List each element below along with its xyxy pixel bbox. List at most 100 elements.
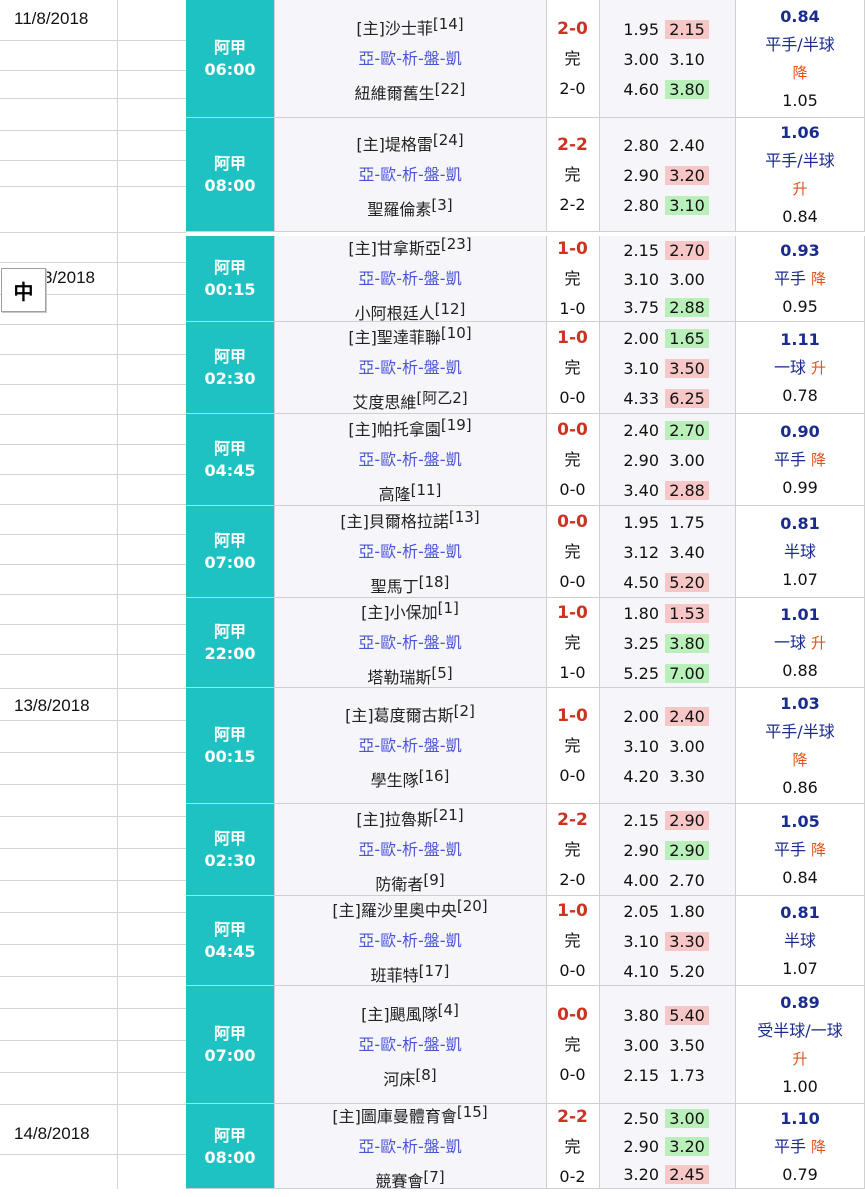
link-2[interactable]: 析 (402, 1137, 418, 1156)
link-0[interactable]: 亞 (358, 269, 374, 288)
link-4[interactable]: 凱 (446, 358, 462, 377)
link-1[interactable]: 歐 (380, 269, 396, 288)
link-2[interactable]: 析 (402, 49, 418, 68)
full-time-score[interactable]: 2-2 (546, 1102, 599, 1132)
link-0[interactable]: 亞 (358, 736, 374, 755)
link-0[interactable]: 亞 (358, 450, 374, 469)
link-0[interactable]: 亞 (358, 49, 374, 68)
ime-indicator[interactable]: 中 (1, 268, 46, 312)
link-4[interactable]: 凱 (446, 1137, 462, 1156)
link-0[interactable]: 亞 (358, 931, 374, 950)
full-time-score[interactable]: 0-0 (546, 1000, 599, 1030)
link-3[interactable]: 盤 (424, 269, 440, 288)
away-team[interactable]: 河床[8] (274, 1060, 546, 1095)
link-3[interactable]: 盤 (424, 633, 440, 652)
home-team[interactable]: [主]羅沙里奧中央[20] (274, 891, 546, 926)
home-team[interactable]: [主]聖達菲聯[10] (274, 318, 546, 353)
home-team[interactable]: [主]葛度爾古斯[2] (274, 696, 546, 731)
link-2[interactable]: 析 (402, 931, 418, 950)
full-time-score[interactable]: 2-0 (546, 14, 599, 44)
link-1[interactable]: 歐 (380, 1035, 396, 1054)
link-1[interactable]: 歐 (380, 736, 396, 755)
link-3[interactable]: 盤 (424, 358, 440, 377)
full-time-score[interactable]: 2-2 (546, 805, 599, 835)
column-divider (599, 118, 600, 232)
link-3[interactable]: 盤 (424, 49, 440, 68)
link-4[interactable]: 凱 (446, 49, 462, 68)
home-team[interactable]: [主]圖庫曼體育會[15] (274, 1097, 546, 1132)
home-team[interactable]: [主]貝爾格拉諾[13] (274, 502, 546, 537)
home-team[interactable]: [主]堤格雷[24] (274, 125, 546, 160)
sheet-date-cell[interactable]: 3/2018 (43, 268, 95, 288)
away-team[interactable]: 紐維爾舊生[22] (274, 74, 546, 109)
link-0[interactable]: 亞 (358, 542, 374, 561)
home-team[interactable]: [主]甘拿斯亞[23] (274, 229, 546, 264)
away-team[interactable]: 競賽會[7] (274, 1162, 546, 1197)
link-2[interactable]: 析 (402, 450, 418, 469)
link-2[interactable]: 析 (402, 269, 418, 288)
link-2[interactable]: 析 (402, 165, 418, 184)
full-time-score[interactable]: 0-0 (546, 507, 599, 537)
link-2[interactable]: 析 (402, 840, 418, 859)
link-4[interactable]: 凱 (446, 269, 462, 288)
link-4[interactable]: 凱 (446, 633, 462, 652)
link-0[interactable]: 亞 (358, 358, 374, 377)
full-time-score[interactable]: 1-0 (546, 598, 599, 628)
link-1[interactable]: 歐 (380, 358, 396, 377)
home-team[interactable]: [主]沙士菲[14] (274, 9, 546, 44)
link-1[interactable]: 歐 (380, 49, 396, 68)
away-team[interactable]: 聖羅倫素[3] (274, 190, 546, 225)
full-time-score[interactable]: 1-0 (546, 234, 599, 264)
link-1[interactable]: 歐 (380, 542, 396, 561)
full-time-score[interactable]: 1-0 (546, 323, 599, 353)
link-0[interactable]: 亞 (358, 840, 374, 859)
link-2[interactable]: 析 (402, 1035, 418, 1054)
link-1[interactable]: 歐 (380, 450, 396, 469)
league-time-cell: 阿甲 08:00 (186, 118, 274, 232)
sheet-date-cell[interactable]: 13/8/2018 (14, 696, 90, 716)
sheet-date-cell[interactable]: 11/8/2018 (14, 9, 88, 29)
sheet-date-cell[interactable]: 14/8/2018 (14, 1124, 90, 1144)
link-3[interactable]: 盤 (424, 1137, 440, 1156)
link-4[interactable]: 凱 (446, 542, 462, 561)
full-time-score[interactable]: 1-0 (546, 896, 599, 926)
link-1[interactable]: 歐 (380, 931, 396, 950)
link-2[interactable]: 析 (402, 736, 418, 755)
odds-row: 2.00 1.65 (599, 323, 735, 353)
link-1[interactable]: 歐 (380, 1137, 396, 1156)
full-time-score[interactable]: 0-0 (546, 415, 599, 445)
link-3[interactable]: 盤 (424, 542, 440, 561)
link-2[interactable]: 析 (402, 542, 418, 561)
link-3[interactable]: 盤 (424, 840, 440, 859)
link-3[interactable]: 盤 (424, 931, 440, 950)
home-team[interactable]: [主]小保加[1] (274, 593, 546, 628)
link-1[interactable]: 歐 (380, 165, 396, 184)
away-team[interactable]: 學生隊[16] (274, 761, 546, 796)
link-3[interactable]: 盤 (424, 450, 440, 469)
link-3[interactable]: 盤 (424, 736, 440, 755)
link-4[interactable]: 凱 (446, 165, 462, 184)
full-time-score[interactable]: 1-0 (546, 701, 599, 731)
link-4[interactable]: 凱 (446, 450, 462, 469)
link-1[interactable]: 歐 (380, 633, 396, 652)
link-0[interactable]: 亞 (358, 633, 374, 652)
analysis-links: 亞-歐-析-盤-凱 (274, 926, 546, 956)
link-2[interactable]: 析 (402, 358, 418, 377)
link-2[interactable]: 析 (402, 633, 418, 652)
link-4[interactable]: 凱 (446, 1035, 462, 1054)
link-0[interactable]: 亞 (358, 1137, 374, 1156)
link-0[interactable]: 亞 (358, 1035, 374, 1054)
link-1[interactable]: 歐 (380, 840, 396, 859)
kickoff-time: 04:45 (204, 942, 256, 961)
link-3[interactable]: 盤 (424, 165, 440, 184)
initial-odds: 2.05 (623, 901, 659, 921)
link-4[interactable]: 凱 (446, 931, 462, 950)
link-4[interactable]: 凱 (446, 840, 462, 859)
link-3[interactable]: 盤 (424, 1035, 440, 1054)
home-team[interactable]: [主]颶風隊[4] (274, 995, 546, 1030)
link-0[interactable]: 亞 (358, 165, 374, 184)
home-team[interactable]: [主]帕托拿園[19] (274, 410, 546, 445)
full-time-score[interactable]: 2-2 (546, 130, 599, 160)
home-team[interactable]: [主]拉魯斯[21] (274, 800, 546, 835)
link-4[interactable]: 凱 (446, 736, 462, 755)
